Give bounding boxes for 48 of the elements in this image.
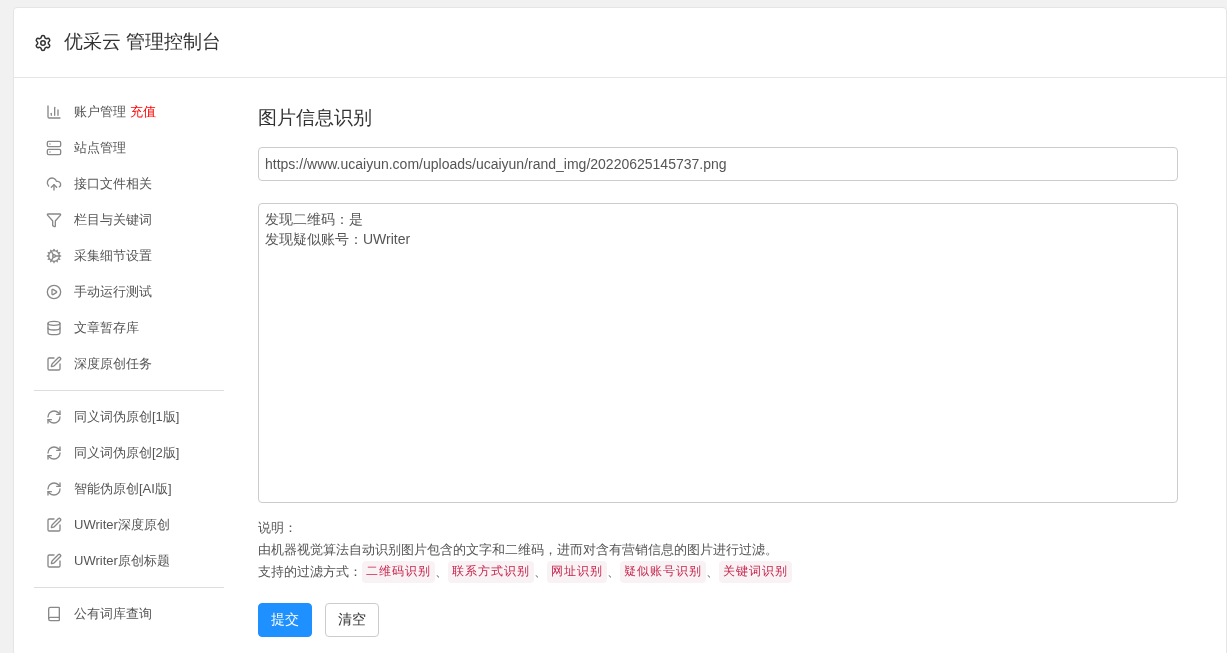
sidebar-item[interactable]: 智能伪原创[AI版] — [74, 479, 172, 499]
filters-label: 支持的过滤方式： — [258, 562, 362, 581]
filter-tag: 关键词识别 — [719, 560, 792, 583]
cloud-upload-icon — [46, 176, 62, 192]
refresh-icon — [46, 481, 62, 497]
refresh-icon — [46, 445, 62, 461]
separator: 、 — [706, 562, 719, 581]
sidebar-item[interactable]: UWriter深度原创 — [74, 515, 170, 535]
filter-tag: 联系方式识别 — [448, 560, 534, 583]
sidebar-item[interactable]: 深度原创任务 — [74, 354, 152, 374]
sidebar-item[interactable]: 同义词伪原创[2版] — [74, 443, 180, 463]
section-title: 图片信息识别 — [258, 106, 373, 130]
edit-icon — [46, 356, 62, 372]
sidebar-item[interactable]: 采集细节设置 — [74, 246, 152, 266]
filter-tag: 二维码识别 — [362, 560, 435, 583]
console-title: 优采云 管理控制台 — [64, 30, 222, 55]
sidebar-item[interactable]: 同义词伪原创[1版] — [74, 407, 180, 427]
sidebar-item[interactable]: 站点管理 — [74, 138, 126, 158]
database-icon — [46, 320, 62, 336]
play-icon — [46, 284, 62, 300]
book-icon — [46, 606, 62, 622]
note-label: 说明： — [258, 518, 298, 537]
filter-tag: 疑似账号识别 — [620, 560, 706, 583]
server-icon — [46, 140, 62, 156]
edit-icon — [46, 517, 62, 533]
sidebar-item[interactable]: UWriter原创标题 — [74, 551, 170, 571]
url-field[interactable]: https://www.ucaiyun.com/uploads/ucaiyun/rand_img/20220625145737.png — [258, 146, 1178, 181]
result-line: 发现二维码：是 — [265, 209, 363, 229]
separator: 、 — [534, 562, 547, 581]
result-line: 发现疑似账号：UWriter — [265, 229, 411, 249]
sidebar-item[interactable]: 手动运行测试 — [74, 282, 152, 302]
sidebar-item[interactable]: 公有词库查询 — [74, 604, 152, 624]
clear-button[interactable]: 清空 — [325, 602, 379, 637]
refresh-icon — [46, 409, 62, 425]
edit-icon — [46, 553, 62, 569]
sidebar-item[interactable]: 栏目与关键词 — [74, 210, 152, 230]
recharge-link[interactable]: 充值 — [130, 102, 156, 122]
sidebar-item[interactable]: 接口文件相关 — [74, 174, 152, 194]
separator: 、 — [607, 562, 620, 581]
separator: 、 — [435, 562, 448, 581]
filter-icon — [46, 212, 62, 228]
sidebar-item[interactable]: 文章暂存库 — [74, 318, 139, 338]
settings-icon — [34, 33, 52, 52]
filter-tag: 网址识别 — [547, 560, 607, 583]
sidebar-item[interactable]: 账户管理 — [74, 102, 126, 122]
bar-chart-icon — [46, 104, 62, 120]
note-text: 由机器视觉算法自动识别图片包含的文字和二维码，进而对含有营销信息的图片进行过滤。 — [258, 540, 779, 559]
result-field[interactable]: 发现二维码：是 发现疑似账号：UWriter — [258, 202, 1178, 503]
